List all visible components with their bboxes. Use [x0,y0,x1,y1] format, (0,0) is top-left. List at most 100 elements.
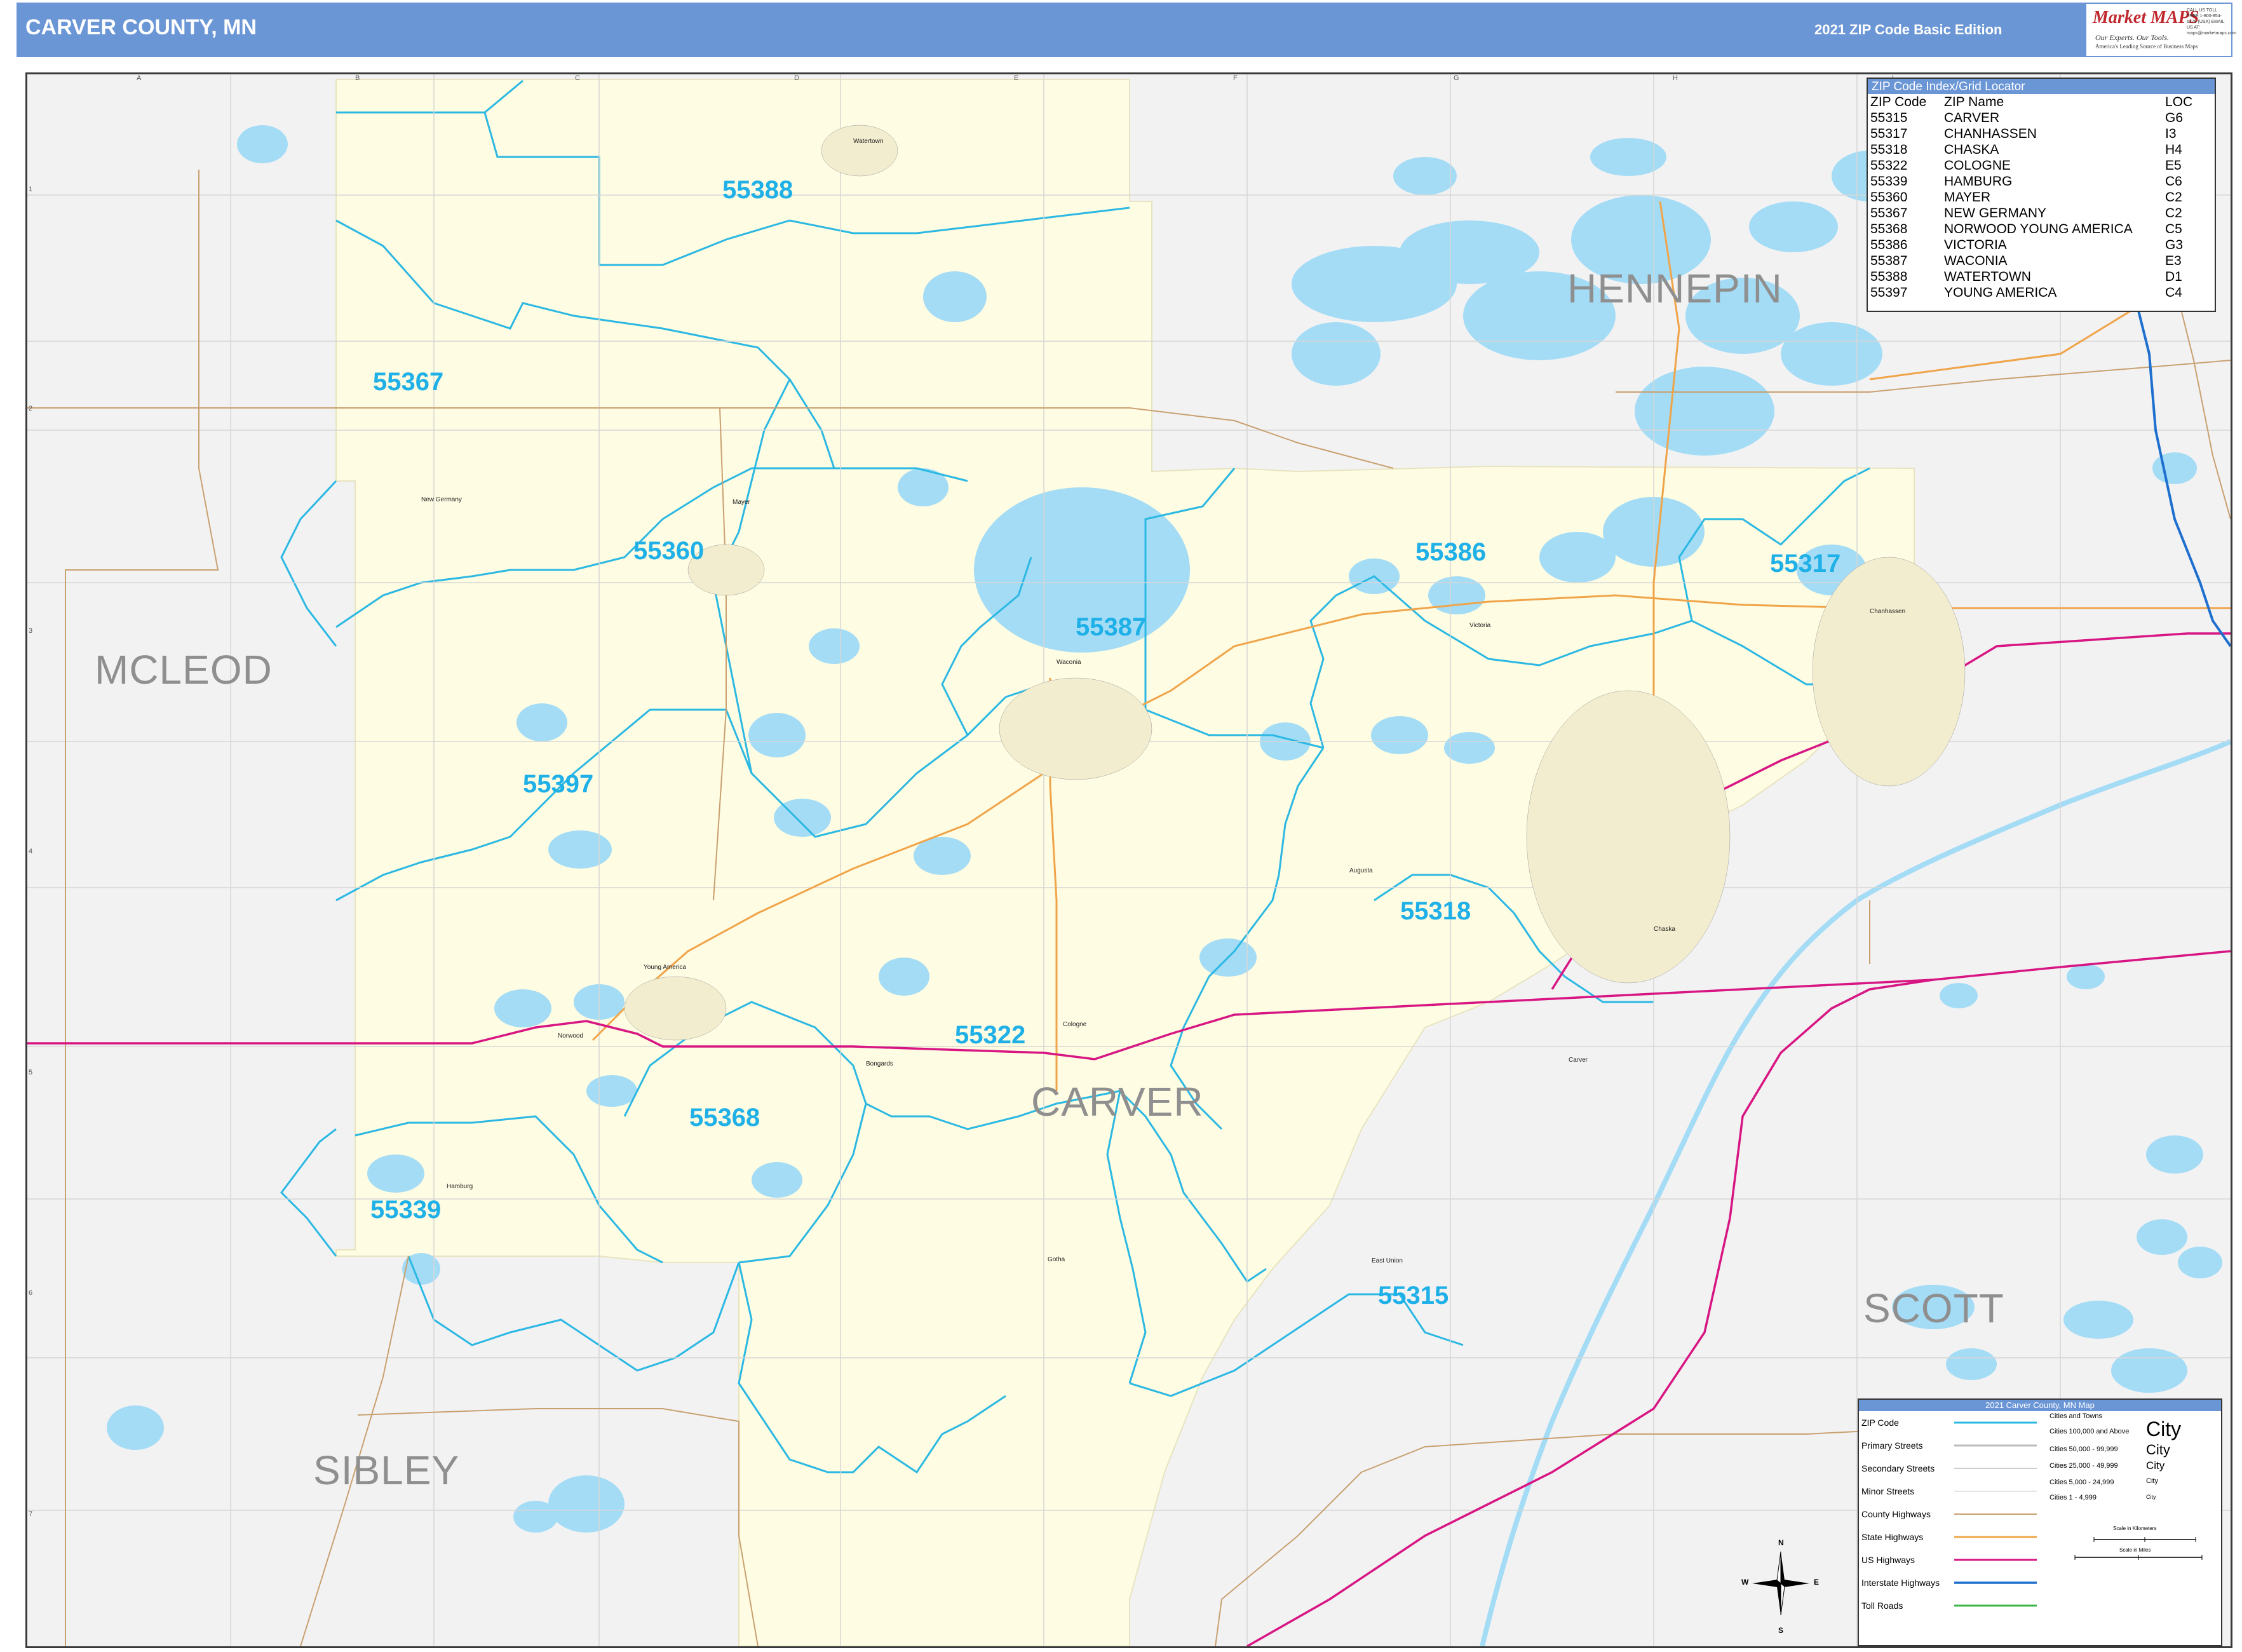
zip-label-55367[interactable]: 55367 [373,368,443,396]
zip-index-name: CARVER [1944,111,2000,125]
legend-cities-title: Cities and Towns [2050,1412,2102,1420]
zip-index-zip: 55318 [1870,142,1908,157]
city-label-east-union: East Union [1372,1257,1403,1264]
zip-label-55318[interactable]: 55318 [1400,897,1471,926]
zip-index-loc: E5 [2165,158,2182,173]
legend-city-sample-2: City [2146,1442,2170,1458]
zip-index-loc: C2 [2165,190,2182,205]
city-label-augusta: Augusta [1349,867,1373,874]
zip-index-zip: 55315 [1870,111,1908,125]
legend-city-class-4: Cities 5,000 - 24,999 [2050,1479,2114,1486]
grid-column-f: F [1233,74,1238,82]
zip-label-55339[interactable]: 55339 [370,1196,441,1224]
compass-rose: N S E W [1741,1536,1820,1644]
zip-index-table: ZIP Code ZIP Name LOC 55315 CARVER G6 55317… [1869,94,2194,301]
compass-south: S [1778,1626,1784,1635]
legend-secondary-streets: Secondary Streets [1861,1463,1935,1473]
zip-label-55368[interactable]: 55368 [689,1104,760,1132]
grid-column-b: B [355,74,360,82]
zip-index-row: 55339 HAMBURG C6 [1869,173,2194,189]
grid-column-h: H [1673,74,1678,82]
compass-east: E [1814,1578,1820,1587]
zip-label-55388[interactable]: 55388 [722,176,793,205]
zip-index-loc: C5 [2165,222,2182,236]
zip-index-row: 55386 VICTORIA G3 [1869,237,2194,253]
county-label-sibley: SIBLEY [313,1447,460,1493]
city-label-cologne: Cologne [1063,1021,1087,1028]
zip-index-zip: 55360 [1870,190,1908,205]
grid-row-4: 4 [29,848,33,855]
county-label-carver: CARVER [1031,1079,1204,1125]
city-label-norwood: Norwood [558,1032,584,1039]
zip-index-row: 55397 YOUNG AMERICA C4 [1869,285,2194,301]
zip-index-header-loc: LOC [2165,95,2193,109]
zip-index-loc: I3 [2165,126,2177,141]
zip-index-name: WATERTOWN [1944,269,2031,284]
county-label-mcleod: MCLEOD [95,647,273,693]
grid-column-e: E [1014,74,1019,82]
grid-row-3: 3 [29,627,33,635]
map-canvas[interactable]: A B C D E F G H I 1 2 3 4 5 6 7 HENNEPIN… [25,72,2232,1648]
zip-index-row: 55387 WACONIA E3 [1869,253,2194,269]
zip-index-name: MAYER [1944,190,1991,205]
zip-index-header-row: ZIP Code ZIP Name LOC [1869,94,2194,110]
publisher-logo: Market MAPS Our Experts. Our Tools. Amer… [2086,4,2236,56]
county-label-scott: SCOTT [1863,1285,2004,1331]
zip-index-name: NEW GERMANY [1944,206,2047,220]
grid-row-2: 2 [29,405,33,412]
city-label-waconia: Waconia [1057,659,1081,666]
zip-index-name: YOUNG AMERICA [1944,285,2057,300]
zip-index-zip: 55339 [1870,174,1908,189]
zip-index-row: 55322 COLOGNE E5 [1869,158,2194,173]
zip-index-loc: C2 [2165,206,2182,220]
legend-city-sample-3: City [2146,1459,2165,1472]
legend-interstate-highways: Interstate Highways [1861,1578,1940,1588]
map-title: CARVER COUNTY, MN [25,15,257,39]
legend-city-class-5: Cities 1 - 4,999 [2050,1494,2097,1501]
grid-column-c: C [575,74,580,82]
zip-index-zip: 55387 [1870,254,1908,268]
city-label-mayer: Mayer [733,499,750,506]
legend-state-highways: State Highways [1861,1532,1924,1542]
legend-city-sample-1: City [2146,1418,2182,1440]
legend-city-sample-4: City [2146,1477,2158,1485]
legend-city-class-2: Cities 50,000 - 99,999 [2050,1446,2118,1453]
zip-index-loc: C4 [2165,285,2182,300]
legend-city-class-1: Cities 100,000 and Above [2050,1428,2130,1435]
compass-north: N [1778,1538,1784,1547]
zip-index-row: 55317 CHANHASSEN I3 [1869,126,2194,142]
legend-city-class-3: Cities 25,000 - 49,999 [2050,1462,2118,1470]
zip-index-loc: H4 [2165,142,2182,157]
logo-tagline: America's Leading Source of Business Map… [2095,43,2198,50]
zip-code-index: ZIP Code Index/Grid Locator ZIP Code ZIP… [1867,78,2216,312]
grid-row-7: 7 [29,1510,33,1518]
city-label-young-america: Young America [644,964,686,971]
zip-index-name: NORWOOD YOUNG AMERICA [1944,222,2133,236]
zip-label-55397[interactable]: 55397 [523,770,593,799]
zip-label-55387[interactable]: 55387 [1076,613,1146,642]
zip-index-zip: 55386 [1870,238,1908,252]
zip-index-zip: 55367 [1870,206,1908,220]
header-bar: CARVER COUNTY, MN 2021 ZIP Code Basic Ed… [17,3,2236,57]
zip-index-name: WACONIA [1944,254,2008,268]
zip-label-55315[interactable]: 55315 [1378,1282,1449,1310]
city-label-bongards: Bongards [866,1060,893,1067]
city-label-chanhassen: Chanhassen [1870,608,1906,615]
zip-index-header-name: ZIP Name [1944,95,2004,109]
zip-index-row: 55368 NORWOOD YOUNG AMERICA C5 [1869,221,2194,237]
zip-label-55317[interactable]: 55317 [1770,550,1840,578]
legend-scale-bars [2074,1537,2203,1560]
compass-icon [1752,1551,1809,1616]
zip-label-55360[interactable]: 55360 [633,537,704,565]
logo-slogan: Our Experts. Our Tools. [2095,33,2169,42]
zip-index-zip: 55397 [1870,285,1908,300]
zip-label-55322[interactable]: 55322 [955,1021,1025,1050]
city-label-chaska: Chaska [1654,926,1675,933]
legend-swatches [1954,1421,2037,1607]
zip-index-zip: 55388 [1870,269,1908,284]
legend-zip-code: ZIP Code [1861,1418,1899,1428]
zip-label-55386[interactable]: 55386 [1415,538,1486,567]
zip-index-loc: G3 [2165,238,2184,252]
grid-row-1: 1 [29,186,33,193]
county-label-hennepin: HENNEPIN [1567,266,1783,311]
